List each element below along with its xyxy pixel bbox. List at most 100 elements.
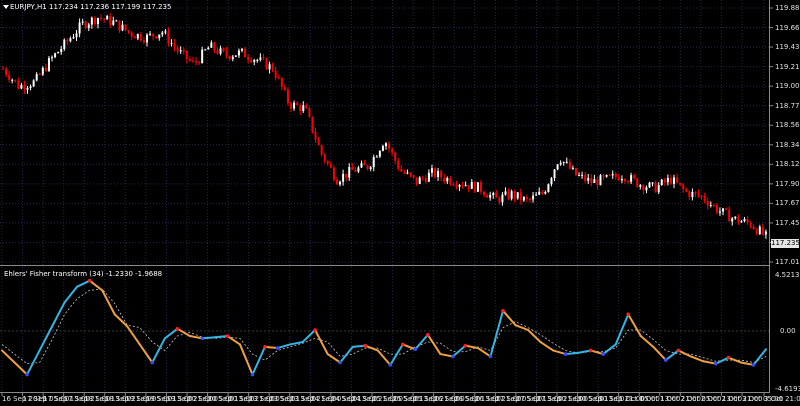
bear-candle <box>100 18 103 20</box>
fisher-down-segment <box>226 335 241 346</box>
price-axis-label: 119.660 <box>775 23 800 32</box>
buy-signal-dot <box>714 361 718 366</box>
sell-signal-dot <box>626 312 631 317</box>
bull-candle <box>464 185 467 187</box>
bear-candle <box>326 161 329 164</box>
bear-candle <box>44 67 47 71</box>
bull-candle <box>709 205 712 207</box>
sell-signal-dot <box>726 355 731 360</box>
fisher-up-segment <box>602 343 617 356</box>
bear-candle <box>706 201 709 206</box>
bull-candle <box>357 167 360 172</box>
bear-candle <box>84 21 87 28</box>
fisher-down-segment <box>364 344 379 352</box>
bull-candle <box>210 42 213 48</box>
bear-candle <box>188 59 191 61</box>
bull-candle <box>427 172 430 182</box>
bear-candle <box>461 185 464 187</box>
buy-signal-dot <box>751 363 756 367</box>
bull-candle <box>553 169 556 179</box>
price-axis-label: 119.000 <box>775 82 800 91</box>
chart-canvas[interactable] <box>0 0 800 406</box>
bull-candle <box>81 21 84 23</box>
bear-candle <box>663 179 666 183</box>
bear-candle <box>443 177 446 182</box>
bull-candle <box>115 20 118 22</box>
bull-candle <box>179 50 182 52</box>
bear-candle <box>299 105 302 111</box>
bull-candle <box>219 48 222 54</box>
bull-candle <box>599 175 602 186</box>
fisher-up-segment <box>577 349 592 354</box>
fisher-up-segment <box>301 329 317 344</box>
bear-candle <box>311 116 314 132</box>
pane-menu-icon[interactable] <box>3 5 9 9</box>
bull-candle <box>547 184 550 192</box>
bear-candle <box>351 167 354 170</box>
bull-candle <box>722 208 725 212</box>
bear-candle <box>617 177 620 181</box>
price-axis-label: 118.340 <box>775 140 800 149</box>
bull-candle <box>164 31 167 33</box>
bear-candle <box>17 80 20 89</box>
bull-candle <box>639 185 642 187</box>
buy-signal-dot <box>275 346 280 350</box>
fisher-down-segment <box>238 343 254 376</box>
bull-candle <box>476 182 479 192</box>
bear-candle <box>109 16 112 25</box>
fisher-down-segment <box>264 345 279 350</box>
bear-candle <box>519 192 522 201</box>
bear-candle <box>483 191 486 196</box>
bull-candle <box>149 33 152 35</box>
price-axis-label: 118.560 <box>775 121 800 130</box>
bull-candle <box>605 174 608 177</box>
buy-signal-dot <box>563 352 568 356</box>
bull-candle <box>253 60 256 63</box>
bull-candle <box>146 34 149 43</box>
sell-signal-dot <box>676 348 681 353</box>
bear-candle <box>676 177 679 183</box>
bull-candle <box>240 48 243 51</box>
bull-candle <box>593 179 596 183</box>
buy-signal-dot <box>413 347 418 352</box>
bear-candle <box>712 205 715 207</box>
fisher-up-segment <box>289 341 304 346</box>
fisher-down-segment <box>464 344 479 350</box>
bull-candle <box>35 74 38 81</box>
sell-signal-dot <box>463 343 468 348</box>
bull-candle <box>32 80 35 87</box>
fisher-down-segment <box>639 335 655 348</box>
bear-candle <box>513 191 516 199</box>
bear-candle <box>308 108 311 117</box>
bear-candle <box>403 171 406 174</box>
bear-candle <box>568 161 571 169</box>
price-axis-label: 117.455 <box>775 218 800 227</box>
bear-candle <box>633 175 636 179</box>
bear-candle <box>305 105 308 109</box>
bear-candle <box>222 48 225 51</box>
fisher-down-segment <box>476 347 492 358</box>
bear-candle <box>391 148 394 153</box>
bull-candle <box>51 57 54 59</box>
bull-candle <box>161 32 164 35</box>
bear-candle <box>434 168 437 178</box>
bull-candle <box>259 57 262 60</box>
bear-candle <box>176 47 179 52</box>
bear-candle <box>103 18 106 20</box>
fisher-down-segment <box>689 355 705 363</box>
buy-signal-dot <box>488 354 493 359</box>
bull-candle <box>385 143 387 147</box>
bull-candle <box>136 34 139 39</box>
bull-candle <box>293 102 296 109</box>
fisher-down-segment <box>101 289 116 316</box>
bull-candle <box>645 187 648 191</box>
bull-candle <box>54 53 57 58</box>
bear-candle <box>363 163 366 166</box>
bear-candle <box>473 181 476 192</box>
buy-signal-dot <box>200 336 205 341</box>
bear-candle <box>507 191 510 199</box>
bull-candle <box>470 181 473 189</box>
fisher-down-segment <box>501 309 517 327</box>
bear-candle <box>388 143 391 149</box>
price-axis-label: 117.015 <box>775 258 800 266</box>
